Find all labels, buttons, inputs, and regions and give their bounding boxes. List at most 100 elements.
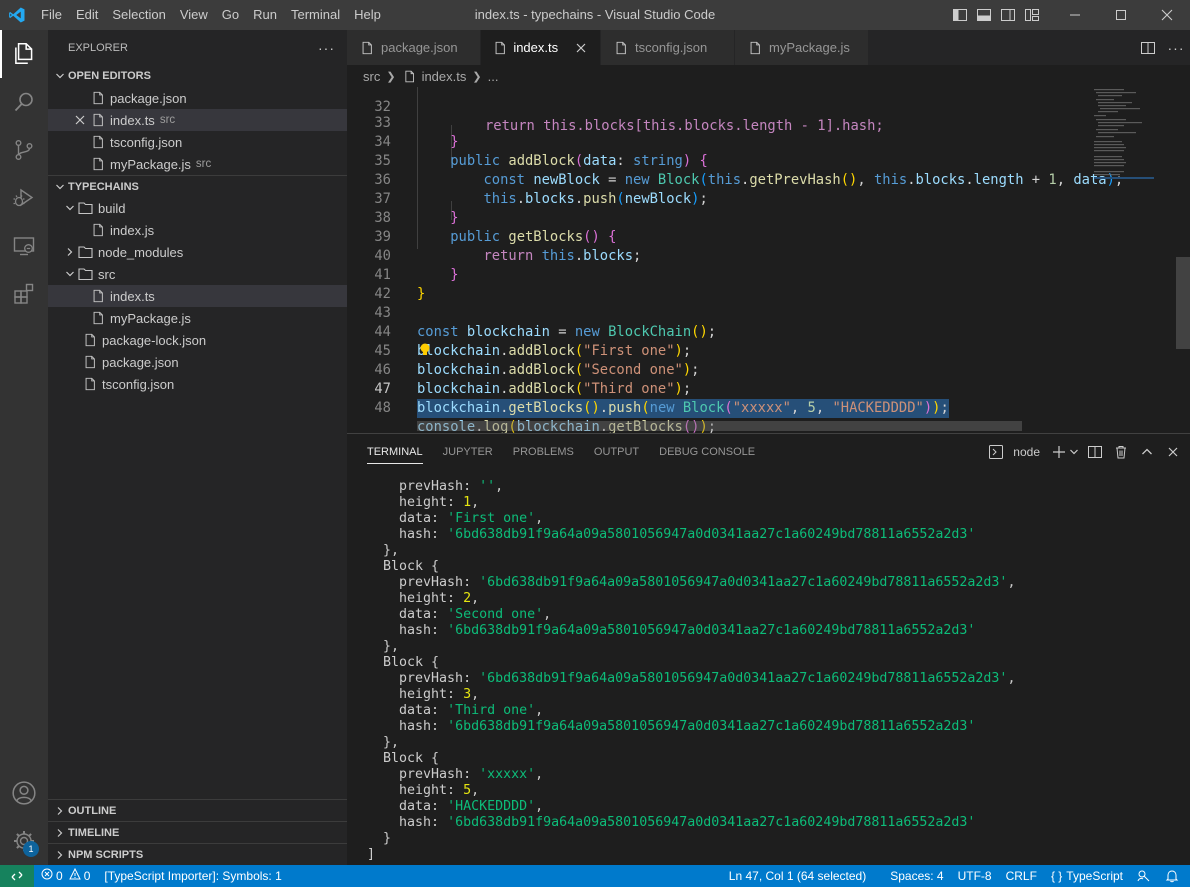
extensions-icon[interactable]: [0, 270, 48, 318]
split-terminal-icon[interactable]: [1084, 441, 1106, 463]
code-line-33: 33 }: [347, 95, 1190, 150]
chevron-right-icon: [62, 241, 78, 263]
chevron-right-icon: [52, 828, 68, 838]
timeline-header[interactable]: TIMELINE: [48, 821, 347, 843]
close-tab-icon[interactable]: [572, 38, 590, 58]
tab-debug-console[interactable]: DEBUG CONSOLE: [649, 434, 765, 470]
remote-indicator-icon[interactable]: [0, 865, 34, 887]
problems-status[interactable]: 0 0: [34, 865, 97, 887]
menu-selection[interactable]: Selection: [105, 0, 172, 30]
tree-file-src-index-ts[interactable]: index.ts: [48, 285, 347, 307]
npm-scripts-header[interactable]: NPM SCRIPTS: [48, 843, 347, 865]
toggle-panel-icon[interactable]: [972, 0, 996, 30]
tree-file-build-index-js[interactable]: index.js: [48, 219, 347, 241]
manage-gear-icon[interactable]: 1: [0, 817, 48, 865]
open-editors-header[interactable]: OPEN EDITORS: [48, 65, 347, 87]
tab-label: myPackage.js: [769, 40, 850, 55]
search-icon[interactable]: [0, 78, 48, 126]
close-window-icon[interactable]: [1144, 0, 1190, 30]
language-mode[interactable]: { } TypeScript: [1044, 865, 1130, 887]
explorer-icon[interactable]: [0, 30, 48, 78]
maximize-icon[interactable]: [1098, 0, 1144, 30]
tree-label: index.js: [110, 222, 155, 238]
terminal-line: hash: '6bd638db91f9a64a09a5801056947a0d0…: [367, 623, 976, 638]
menu-view[interactable]: View: [173, 0, 215, 30]
minimize-icon[interactable]: [1052, 0, 1098, 30]
chevron-down-icon: [52, 71, 68, 81]
encoding[interactable]: UTF-8: [951, 865, 999, 887]
new-terminal-icon[interactable]: [1048, 441, 1070, 463]
source-control-icon[interactable]: [0, 126, 48, 174]
open-editor-item-tsconfig-json[interactable]: tsconfig.json: [48, 131, 347, 153]
tree-folder-src[interactable]: src: [48, 263, 347, 285]
tree-file-package-json[interactable]: package.json: [48, 351, 347, 373]
terminal-shell-icon[interactable]: [985, 441, 1007, 463]
code-line-47: 47 blockchain.getBlocks().push(new Block…: [347, 361, 1190, 418]
terminal-output[interactable]: prevHash: '', height: 1, data: 'First on…: [367, 479, 1167, 863]
tab-output[interactable]: OUTPUT: [584, 434, 649, 470]
folder-icon: [78, 244, 94, 260]
tree-file-tsconfig-json[interactable]: tsconfig.json: [48, 373, 347, 395]
breadcrumb-symbol[interactable]: ...: [488, 69, 499, 84]
menu-edit[interactable]: Edit: [69, 0, 105, 30]
minimap[interactable]: [1092, 87, 1176, 433]
toggle-primary-sidebar-icon[interactable]: [948, 0, 972, 30]
menu-help[interactable]: Help: [347, 0, 388, 30]
indentation[interactable]: Spaces: 4: [883, 865, 950, 887]
menu-run[interactable]: Run: [246, 0, 284, 30]
tab-mypackage-js[interactable]: myPackage.js: [735, 30, 869, 65]
notifications-icon[interactable]: [1158, 869, 1186, 883]
open-editor-label: package.json: [110, 90, 187, 106]
account-icon[interactable]: [0, 769, 48, 817]
outline-header[interactable]: OUTLINE: [48, 799, 347, 821]
end-of-line[interactable]: CRLF: [999, 865, 1044, 887]
open-editor-item-package-json[interactable]: package.json: [48, 87, 347, 109]
close-panel-icon[interactable]: [1162, 441, 1184, 463]
menu-file[interactable]: File: [34, 0, 69, 30]
editor-horizontal-scrollbar[interactable]: [417, 421, 1022, 431]
vscode-logo-icon: [0, 0, 34, 30]
run-debug-icon[interactable]: [0, 174, 48, 222]
maximize-panel-icon[interactable]: [1136, 441, 1158, 463]
tab-index-ts[interactable]: index.ts: [481, 30, 601, 65]
lightbulb-icon[interactable]: [418, 342, 432, 358]
terminal-line: hash: '6bd638db91f9a64a09a5801056947a0d0…: [367, 527, 976, 542]
feedback-icon[interactable]: [1130, 869, 1158, 883]
close-editor-icon[interactable]: [72, 109, 88, 131]
toggle-secondary-sidebar-icon[interactable]: [996, 0, 1020, 30]
terminal-line: prevHash: 'xxxxx',: [367, 767, 544, 782]
tab-package-json[interactable]: package.json: [347, 30, 481, 65]
editor-more-actions-icon[interactable]: ···: [1162, 30, 1190, 65]
terminal-line: data: 'First one',: [367, 511, 544, 526]
tree-folder-build[interactable]: build: [48, 197, 347, 219]
terminal-name[interactable]: node: [1013, 445, 1040, 459]
terminal-line: height: 2,: [367, 591, 480, 606]
cursor-position[interactable]: Ln 47, Col 1 (64 selected): [722, 865, 873, 887]
npm-scripts-title: NPM SCRIPTS: [68, 848, 144, 861]
file-icon: [90, 112, 106, 128]
tree-file-src-mypackage-js[interactable]: myPackage.js: [48, 307, 347, 329]
code-editor[interactable]: 32 return this.blocks[this.blocks.length…: [347, 87, 1190, 433]
tab-terminal[interactable]: TERMINAL: [357, 434, 433, 470]
chevron-down-icon[interactable]: [1068, 441, 1080, 463]
tab-problems[interactable]: PROBLEMS: [503, 434, 584, 470]
editor-actions: ···: [1134, 30, 1190, 65]
open-editor-item-mypackage-js[interactable]: myPackage.js src: [48, 153, 347, 175]
more-actions-icon[interactable]: ···: [318, 40, 335, 56]
split-editor-icon[interactable]: [1134, 30, 1162, 65]
tree-file-package-lock-json[interactable]: package-lock.json: [48, 329, 347, 351]
editor-vertical-scrollbar[interactable]: [1176, 87, 1190, 433]
customize-layout-icon[interactable]: [1020, 0, 1044, 30]
trash-icon[interactable]: [1110, 441, 1132, 463]
typescript-importer-status[interactable]: [TypeScript Importer]: Symbols: 1: [97, 865, 288, 887]
menu-terminal[interactable]: Terminal: [284, 0, 347, 30]
tree-folder-node-modules[interactable]: node_modules: [48, 241, 347, 263]
project-header[interactable]: TYPECHAINS: [48, 175, 347, 197]
menu-go[interactable]: Go: [215, 0, 246, 30]
tab-tsconfig-json[interactable]: tsconfig.json: [601, 30, 735, 65]
breadcrumb-folder[interactable]: src: [363, 69, 380, 84]
open-editor-item-index-ts[interactable]: index.ts src: [48, 109, 347, 131]
tab-jupyter[interactable]: JUPYTER: [433, 434, 503, 470]
remote-explorer-icon[interactable]: [0, 222, 48, 270]
breadcrumb-file[interactable]: index.ts: [422, 69, 467, 84]
